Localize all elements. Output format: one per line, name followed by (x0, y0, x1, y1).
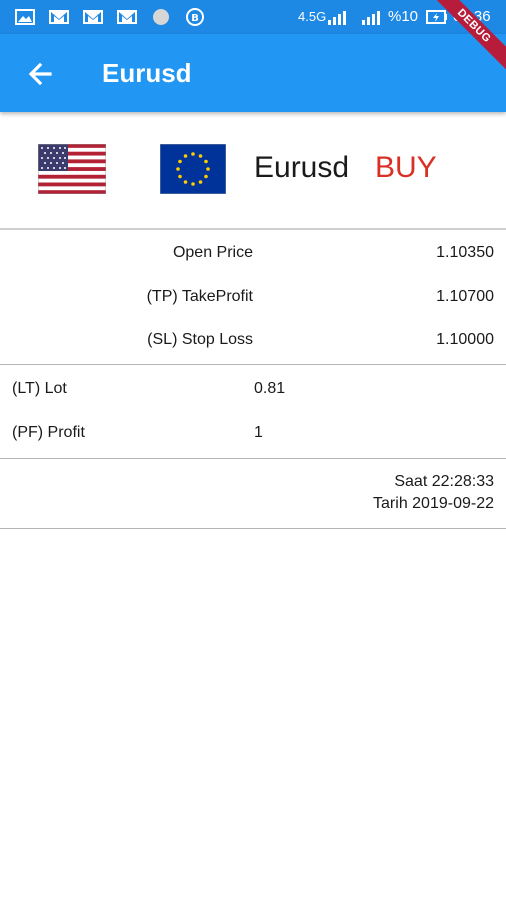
eu-star (176, 167, 180, 171)
trade-direction: BUY (375, 151, 437, 184)
network-type: 4.5G (298, 9, 327, 24)
gmail-icon (49, 10, 69, 24)
divider (0, 228, 506, 230)
eu-star (204, 174, 208, 179)
signal-icon (328, 11, 346, 25)
profit-label: (PF) Profit (12, 424, 85, 441)
eu-star (204, 159, 208, 164)
eu-star (183, 154, 188, 158)
status-time: 03:36 (453, 8, 491, 25)
stop-loss-label: (SL) Stop Loss (147, 331, 253, 348)
stop-loss-value: 1.10000 (436, 331, 494, 348)
pair-name: Eurusd (254, 151, 350, 184)
circle-icon (153, 9, 169, 25)
arrow-back-icon (28, 62, 52, 86)
take-profit-label: (TP) TakeProfit (146, 288, 253, 305)
signal-icon (362, 11, 380, 25)
eu-star (183, 180, 188, 184)
eu-star (191, 152, 195, 156)
eu-star (206, 167, 210, 171)
eu-star (178, 159, 182, 164)
open-price-value: 1.10350 (436, 244, 494, 261)
eu-star (178, 174, 182, 179)
eu-star (198, 154, 203, 158)
lot-label: (LT) Lot (12, 380, 67, 397)
back-button[interactable] (20, 54, 60, 94)
gmail-icon (83, 10, 103, 24)
app-bar: Eurusd (0, 34, 506, 112)
divider (0, 528, 506, 529)
open-price-label: Open Price (172, 244, 253, 261)
profit-value: 1 (254, 424, 263, 441)
take-profit-value: 1.10700 (436, 288, 494, 305)
trade-date: Tarih 2019-09-22 (373, 495, 494, 512)
eu-star (191, 182, 195, 186)
lot-value: 0.81 (254, 380, 286, 397)
trade-time: Saat 22:28:33 (394, 473, 494, 490)
b-app-icon: B (186, 8, 204, 26)
divider (0, 364, 506, 365)
gmail-icon (117, 10, 137, 24)
eu-star (198, 180, 203, 184)
page-title: Eurusd (102, 58, 192, 88)
us-flag-icon (38, 144, 106, 194)
divider (0, 458, 506, 459)
battery-charging-icon (426, 10, 447, 24)
battery-percent: %10 (388, 8, 419, 25)
svg-text:B: B (191, 13, 199, 24)
status-bar: B 4.5G %10 03:36 (0, 0, 506, 34)
eu-flag-icon (160, 144, 226, 194)
gallery-icon (15, 9, 35, 25)
